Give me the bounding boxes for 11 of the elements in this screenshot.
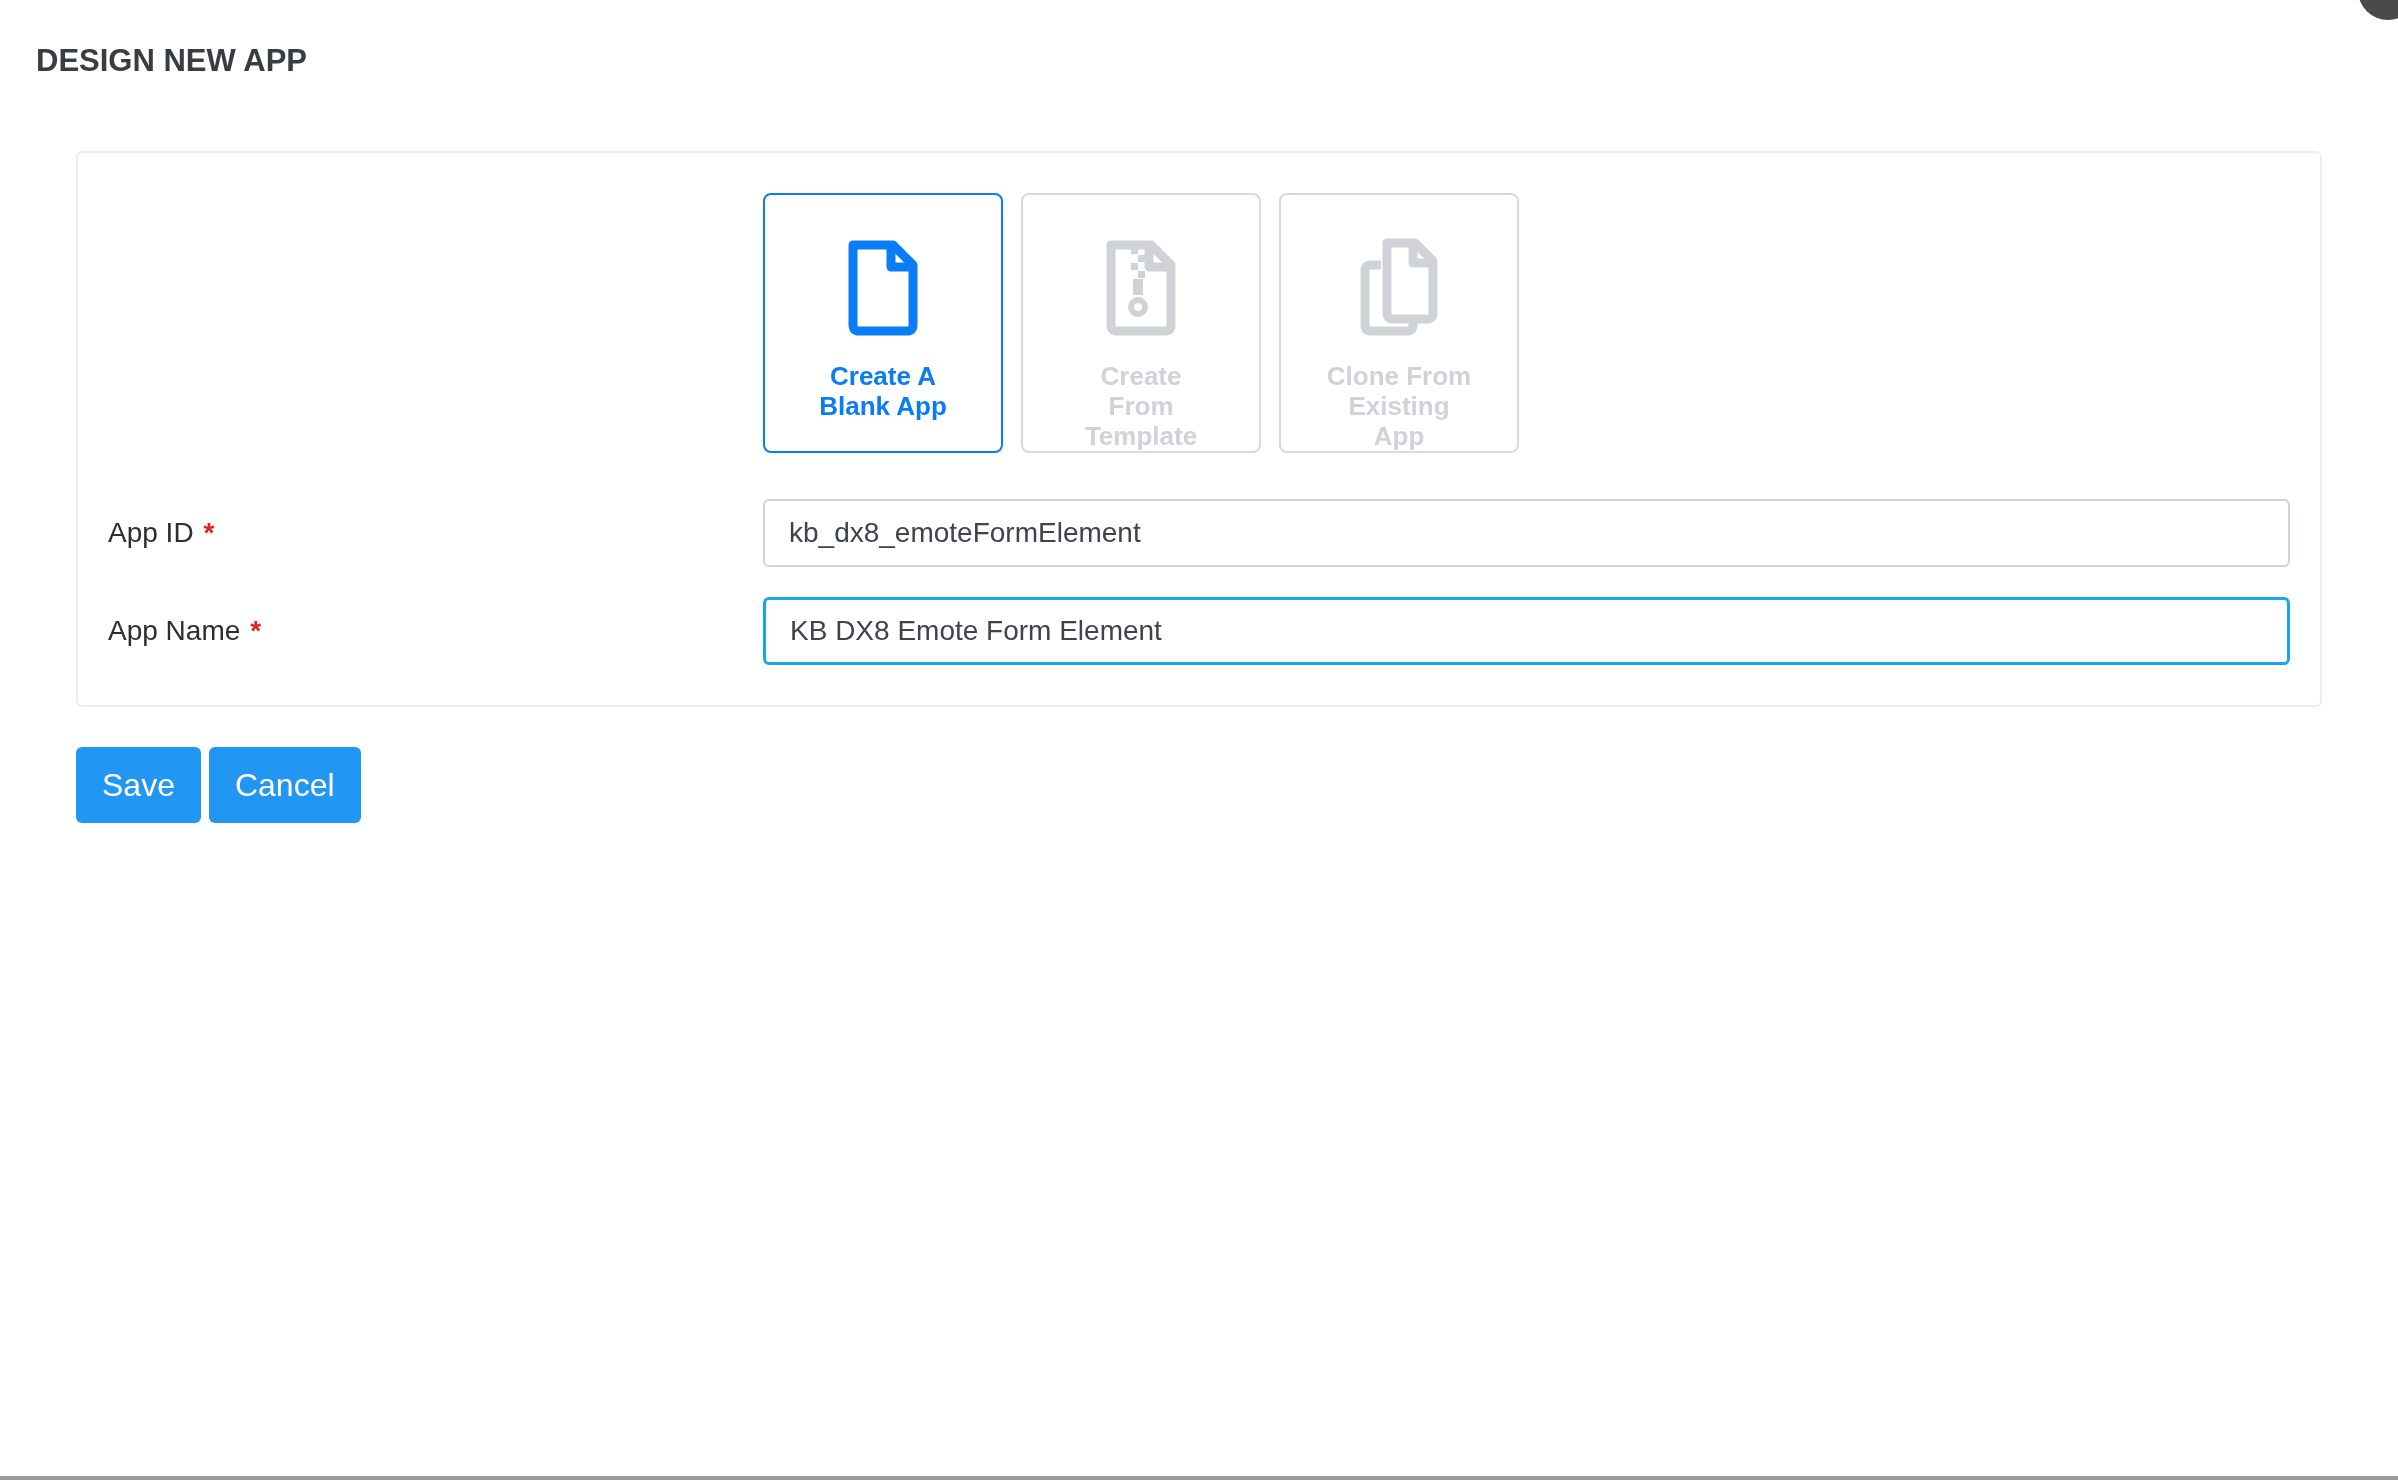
input-field[interactable]: KB DX8 Emote Form Element <box>763 596 2290 665</box>
save-button[interactable]: Save <box>76 746 201 823</box>
option-card[interactable]: Create A Blank App <box>763 192 1003 453</box>
page-title: DESIGN NEW APP <box>36 42 307 80</box>
input-field[interactable]: kb_dx8_emoteFormElement <box>763 498 2290 567</box>
field-label: App ID <box>108 515 194 550</box>
required-mark: * <box>203 515 215 550</box>
cancel-button[interactable]: Cancel <box>208 746 361 823</box>
option-label: Create A Blank App <box>818 360 948 421</box>
field-label: App Name <box>108 613 241 648</box>
required-mark: * <box>250 613 262 648</box>
